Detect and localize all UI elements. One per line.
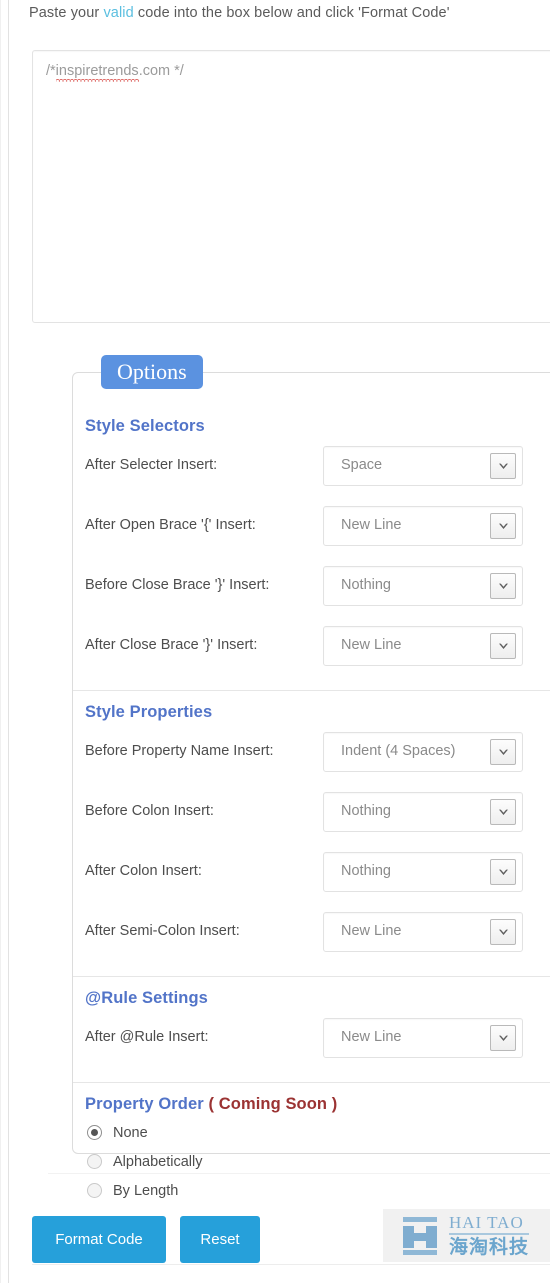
chevron-down-icon[interactable] [490, 633, 516, 659]
radio-label: Alphabetically [113, 1153, 203, 1170]
option-select[interactable]: Indent (4 Spaces) [323, 732, 523, 772]
haitao-logo-chinese: 海淘科技 [449, 1236, 530, 1258]
option-select[interactable]: Nothing [323, 566, 523, 606]
option-label: Before Property Name Insert: [85, 743, 274, 759]
option-label: After Selecter Insert: [85, 457, 218, 473]
code-input[interactable]: /*inspiretrends.com */ [32, 50, 550, 323]
option-select-value: New Line [341, 637, 402, 653]
section-divider [73, 1082, 550, 1083]
section-heading: Style Properties [85, 703, 213, 721]
property-order-title: Property Order [85, 1095, 204, 1113]
option-select[interactable]: Space [323, 446, 523, 486]
option-label: After Colon Insert: [85, 863, 202, 879]
haitao-h-mark-icon [397, 1215, 443, 1257]
property-order-radio-group: None Alphabetically By Length [87, 1118, 550, 1205]
option-select-value: Nothing [341, 577, 391, 593]
option-label: After Close Brace '}' Insert: [85, 637, 258, 653]
option-select-value: Indent (4 Spaces) [341, 743, 456, 759]
radio-label: By Length [113, 1182, 179, 1199]
options-panel-body: Style Selectors After Selecter Insert: Spa… [73, 373, 550, 1199]
property-order-heading: Property Order ( Coming Soon ) [85, 1095, 550, 1114]
chevron-down-icon[interactable] [490, 513, 516, 539]
chevron-down-icon[interactable] [490, 573, 516, 599]
section-heading: Style Selectors [85, 417, 205, 435]
option-row: Before Close Brace '}' Insert: Nothing [73, 558, 550, 618]
option-select[interactable]: New Line [323, 1018, 523, 1058]
chevron-down-icon[interactable] [490, 1025, 516, 1051]
option-label: After Semi-Colon Insert: [85, 923, 240, 939]
option-select-value: New Line [341, 923, 402, 939]
chevron-down-icon[interactable] [490, 859, 516, 885]
placeholder-suffix: .com */ [138, 63, 184, 79]
section-divider [73, 690, 550, 691]
chevron-down-icon[interactable] [490, 453, 516, 479]
option-label: After Open Brace '{' Insert: [85, 517, 256, 533]
footer-divider-top [48, 1173, 550, 1174]
option-select[interactable]: New Line [323, 506, 523, 546]
page-root: Paste your valid code into the box below… [0, 0, 550, 1283]
placeholder-prefix: /* [46, 63, 56, 79]
reset-button[interactable]: Reset [180, 1216, 260, 1263]
section-heading: @Rule Settings [85, 989, 208, 1007]
option-row: After Close Brace '}' Insert: New Line [73, 618, 550, 678]
code-input-placeholder: /*inspiretrends.com */ [46, 63, 184, 82]
chevron-down-icon[interactable] [490, 739, 516, 765]
instruction-before: Paste your [29, 5, 104, 21]
option-row: Before Colon Insert: Nothing [73, 784, 550, 844]
radio-button-icon[interactable] [87, 1125, 102, 1140]
option-select-value: Nothing [341, 803, 391, 819]
option-select[interactable]: Nothing [323, 852, 523, 892]
option-row: After Colon Insert: Nothing [73, 844, 550, 904]
haitao-logo-text: HAI TAO 海淘科技 [449, 1213, 530, 1259]
haitao-logo-english: HAI TAO [449, 1213, 530, 1235]
haitao-logo: HAI TAO 海淘科技 [383, 1209, 550, 1262]
option-row: After Open Brace '{' Insert: New Line [73, 498, 550, 558]
placeholder-misspelled-word: inspiretrends [55, 63, 139, 82]
option-row: Before Property Name Insert: Indent (4 Sp… [73, 724, 550, 784]
option-select[interactable]: Nothing [323, 792, 523, 832]
option-label: Before Close Brace '}' Insert: [85, 577, 270, 593]
chevron-down-icon[interactable] [490, 799, 516, 825]
option-label: After @Rule Insert: [85, 1029, 209, 1045]
instruction-after: code into the box below and click 'Forma… [133, 5, 450, 21]
page-edge-line [0, 0, 1, 1283]
chevron-down-icon[interactable] [490, 919, 516, 945]
option-label: Before Colon Insert: [85, 803, 214, 819]
option-select-value: New Line [341, 1029, 402, 1045]
footer-divider-bottom [32, 1264, 550, 1265]
coming-soon-badge: ( Coming Soon ) [208, 1095, 338, 1113]
radio-button-icon[interactable] [87, 1154, 102, 1169]
radio-label: None [113, 1124, 148, 1141]
option-select-value: Space [341, 457, 383, 473]
instruction-text: Paste your valid code into the box below… [29, 5, 450, 21]
option-select-value: New Line [341, 517, 402, 533]
property-order-radio-option[interactable]: Alphabetically [87, 1147, 550, 1176]
property-order-radio-option[interactable]: By Length [87, 1176, 550, 1205]
page-gutter-line [8, 0, 9, 1283]
property-order-radio-option[interactable]: None [87, 1118, 550, 1147]
radio-button-icon[interactable] [87, 1183, 102, 1198]
option-row: After @Rule Insert: New Line [73, 1010, 550, 1070]
format-code-button[interactable]: Format Code [32, 1216, 166, 1263]
valid-link[interactable]: valid [103, 5, 133, 21]
option-select-value: Nothing [341, 863, 391, 879]
option-select[interactable]: New Line [323, 912, 523, 952]
option-row: After Semi-Colon Insert: New Line [73, 904, 550, 964]
option-select[interactable]: New Line [323, 626, 523, 666]
section-divider [73, 976, 550, 977]
option-row: After Selecter Insert: Space [73, 438, 550, 498]
options-panel: Options Style Selectors After Selecter In… [72, 355, 550, 1199]
